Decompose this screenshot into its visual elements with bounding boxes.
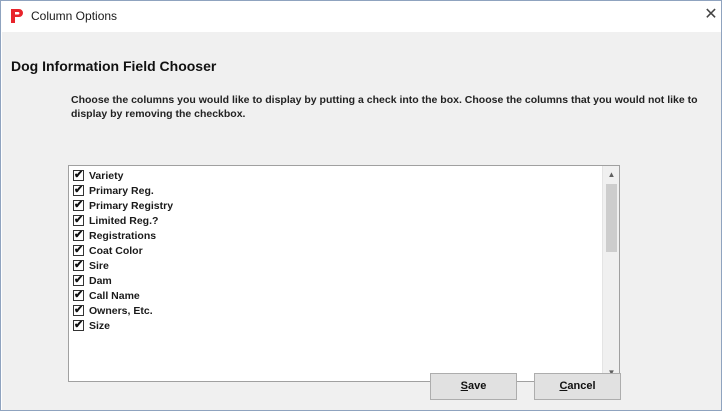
- column-option-item[interactable]: ✔ Owners, Etc.: [73, 303, 598, 318]
- column-option-item[interactable]: ✔ Size: [73, 318, 598, 333]
- column-checkbox[interactable]: ✔: [73, 199, 84, 211]
- column-checklist[interactable]: ✔ Variety ✔ Primary Reg. ✔ Primary Registry ✔ L…: [68, 165, 620, 382]
- column-option-label: Size: [89, 319, 111, 332]
- column-option-item[interactable]: ✔ Limited Reg.?: [73, 213, 598, 228]
- column-checkbox[interactable]: ✔: [73, 169, 84, 181]
- column-option-label: Limited Reg.?: [89, 214, 159, 227]
- column-option-item[interactable]: ✔ Primary Reg.: [73, 183, 598, 198]
- column-option-label: Primary Reg.: [89, 184, 154, 197]
- column-option-label: Call Name: [89, 289, 140, 302]
- vertical-scrollbar[interactable]: ▲ ▼: [602, 166, 619, 381]
- cancel-button[interactable]: Cancel: [534, 373, 621, 400]
- checkmark-icon: ✔: [74, 304, 84, 316]
- column-checkbox[interactable]: ✔: [73, 244, 84, 256]
- column-option-label: Dam: [89, 274, 112, 287]
- column-option-item[interactable]: ✔ Registrations: [73, 228, 598, 243]
- column-checkbox[interactable]: ✔: [73, 229, 84, 241]
- column-option-label: Primary Registry: [89, 199, 174, 212]
- column-option-label: Coat Color: [89, 244, 143, 257]
- column-list: ✔ Variety ✔ Primary Reg. ✔ Primary Registry ✔ L…: [73, 168, 598, 333]
- cancel-label: ancel: [567, 380, 596, 392]
- close-icon[interactable]: ✕: [701, 4, 721, 26]
- column-option-label: Registrations: [89, 229, 157, 242]
- column-option-label: Variety: [89, 169, 124, 182]
- column-option-label: Sire: [89, 259, 109, 272]
- column-option-item[interactable]: ✔ Dam: [73, 273, 598, 288]
- column-option-item[interactable]: ✔ Primary Registry: [73, 198, 598, 213]
- column-checkbox[interactable]: ✔: [73, 289, 84, 301]
- column-option-item[interactable]: ✔ Coat Color: [73, 243, 598, 258]
- column-checkbox[interactable]: ✔: [73, 274, 84, 286]
- column-option-item[interactable]: ✔ Call Name: [73, 288, 598, 303]
- column-option-label: Owners, Etc.: [89, 304, 153, 317]
- scroll-thumb[interactable]: [606, 184, 617, 252]
- checkmark-icon: ✔: [74, 274, 84, 286]
- column-checkbox[interactable]: ✔: [73, 259, 84, 271]
- checkmark-icon: ✔: [74, 214, 84, 226]
- column-option-item[interactable]: ✔ Variety: [73, 168, 598, 183]
- checkmark-icon: ✔: [74, 319, 84, 331]
- column-checkbox[interactable]: ✔: [73, 214, 84, 226]
- save-mnemonic: S: [460, 380, 468, 392]
- column-checkbox[interactable]: ✔: [73, 304, 84, 316]
- title-bar[interactable]: Column Options ✕: [1, 1, 721, 31]
- column-option-item[interactable]: ✔ Sire: [73, 258, 598, 273]
- column-checkbox[interactable]: ✔: [73, 319, 84, 331]
- checkmark-icon: ✔: [74, 199, 84, 211]
- checkmark-icon: ✔: [74, 259, 84, 271]
- save-label: ave: [467, 380, 487, 392]
- column-checkbox[interactable]: ✔: [73, 184, 84, 196]
- dialog-heading: Dog Information Field Chooser: [11, 58, 217, 74]
- scroll-up-arrow-icon[interactable]: ▲: [603, 166, 619, 183]
- dialog-body: Dog Information Field Chooser Choose the…: [2, 32, 721, 410]
- instructions-text: Choose the columns you would like to dis…: [71, 94, 698, 120]
- app-logo-icon: [11, 9, 23, 23]
- save-button[interactable]: Save: [430, 373, 517, 400]
- checkmark-icon: ✔: [74, 169, 84, 181]
- checkmark-icon: ✔: [74, 289, 84, 301]
- checkmark-icon: ✔: [74, 229, 84, 241]
- checkmark-icon: ✔: [74, 184, 84, 196]
- checkmark-icon: ✔: [74, 244, 84, 256]
- column-options-window: Column Options ✕ Dog Information Field C…: [0, 0, 722, 411]
- window-title: Column Options: [31, 9, 118, 23]
